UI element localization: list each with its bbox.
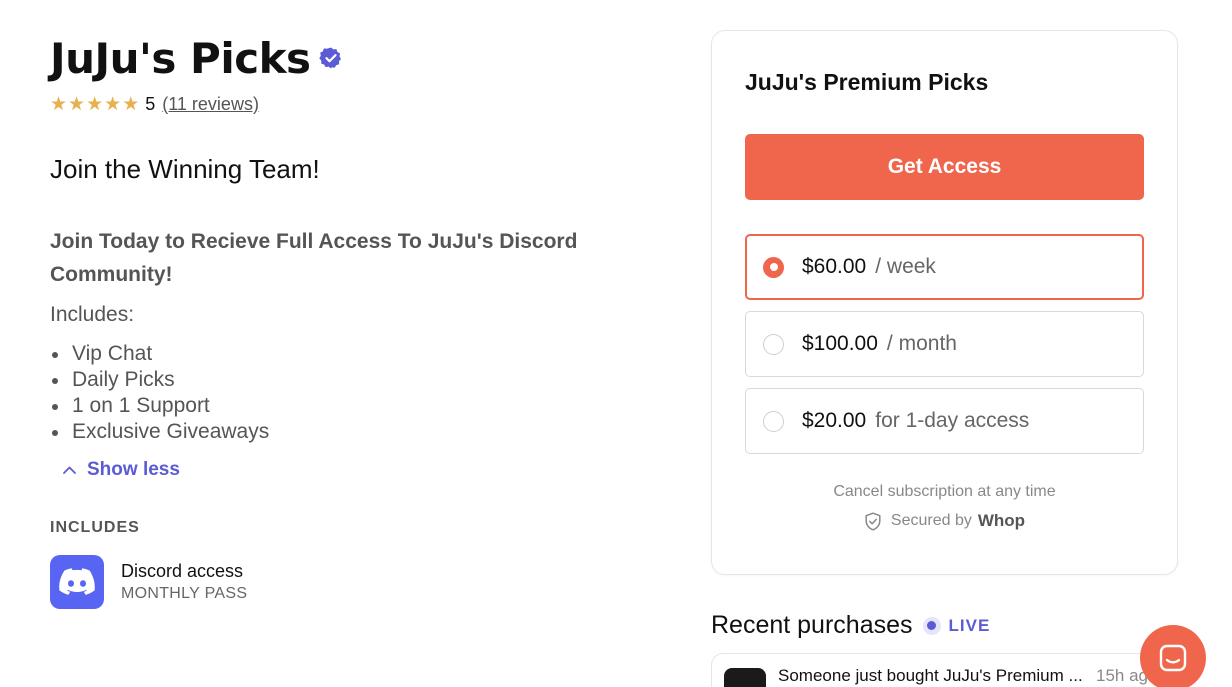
- recent-purchase-item: Someone just bought JuJu's Premium ... 1…: [711, 653, 1181, 687]
- recent-purchases-header: Recent purchases LIVE: [711, 611, 990, 640]
- headline: Join Today to Recieve Full Access To JuJ…: [50, 230, 578, 286]
- star-icon: ★: [122, 93, 140, 115]
- live-dot-icon: [922, 616, 941, 635]
- discord-icon: [50, 555, 104, 609]
- list-item: Exclusive Giveaways: [50, 419, 650, 445]
- recent-purchases-title: Recent purchases: [711, 611, 913, 639]
- radio-unselected[interactable]: [763, 410, 784, 432]
- avatar: [724, 668, 766, 687]
- option-period: / week: [875, 255, 936, 278]
- shield-check-icon: [865, 511, 881, 531]
- show-less-label: Show less: [87, 459, 180, 480]
- rating-row: ★ ★ ★ ★ ★ 5 (11 reviews): [50, 90, 650, 118]
- checkout-card: JuJu's Premium Picks Get Access $60.00 /…: [711, 30, 1178, 575]
- checkout-title: JuJu's Premium Picks: [745, 69, 989, 95]
- tagline: Join the Winning Team!: [50, 154, 320, 184]
- chat-icon: [1159, 644, 1187, 672]
- star-icon: ★: [50, 93, 68, 115]
- include-subtitle: MONTHLY PASS: [121, 585, 248, 602]
- secured-label: Secured by: [890, 512, 972, 529]
- option-price: $20.00: [802, 409, 867, 432]
- option-period: / month: [886, 332, 957, 355]
- rating-stars: ★ ★ ★ ★ ★: [50, 95, 139, 114]
- rating-value: 5: [145, 93, 156, 114]
- cancel-note: Cancel subscription at any time: [833, 483, 1056, 500]
- radio-selected[interactable]: [763, 256, 784, 278]
- star-icon: ★: [86, 93, 104, 115]
- live-badge: LIVE: [922, 615, 991, 636]
- feature-list: Vip Chat Daily Picks 1 on 1 Support Excl…: [50, 341, 650, 445]
- secured-by: Secured by Whop: [712, 511, 1177, 531]
- option-price: $60.00: [802, 255, 867, 278]
- star-icon: ★: [68, 93, 86, 115]
- chevron-up-icon: [63, 466, 76, 474]
- include-item-discord: Discord access MONTHLY PASS: [50, 555, 650, 609]
- page-title: JuJu's Picks: [50, 33, 311, 83]
- radio-unselected[interactable]: [763, 333, 784, 355]
- star-icon: ★: [104, 93, 122, 115]
- pricing-option-one-day[interactable]: $20.00 for 1-day access: [745, 388, 1144, 454]
- verified-badge-icon: [318, 46, 343, 70]
- show-less-button[interactable]: Show less: [62, 459, 650, 481]
- list-item: Daily Picks: [50, 367, 650, 393]
- pricing-option-weekly[interactable]: $60.00 / week: [745, 234, 1144, 300]
- option-period: for 1-day access: [875, 409, 1030, 432]
- list-item: 1 on 1 Support: [50, 393, 650, 419]
- title-row: JuJu's Picks: [50, 30, 650, 86]
- include-text: Discord access MONTHLY PASS: [121, 561, 247, 603]
- option-price: $100.00: [802, 332, 878, 355]
- chat-widget-button[interactable]: [1140, 625, 1206, 687]
- includes-section-label: INCLUDES: [50, 519, 140, 536]
- pricing-option-monthly[interactable]: $100.00 / month: [745, 311, 1144, 377]
- include-name: Discord access: [121, 561, 244, 581]
- includes-intro: Includes:: [50, 303, 135, 326]
- product-details: JuJu's Picks ★ ★ ★ ★ ★ 5 (11 reviews) Jo…: [50, 30, 650, 609]
- live-label: LIVE: [948, 615, 991, 635]
- list-item: Vip Chat: [50, 341, 650, 367]
- whop-logo[interactable]: Whop: [978, 511, 1025, 531]
- purchase-text: Someone just bought JuJu's Premium ...: [778, 666, 1083, 685]
- get-access-button[interactable]: Get Access: [745, 134, 1144, 200]
- reviews-link[interactable]: (11 reviews): [162, 94, 259, 115]
